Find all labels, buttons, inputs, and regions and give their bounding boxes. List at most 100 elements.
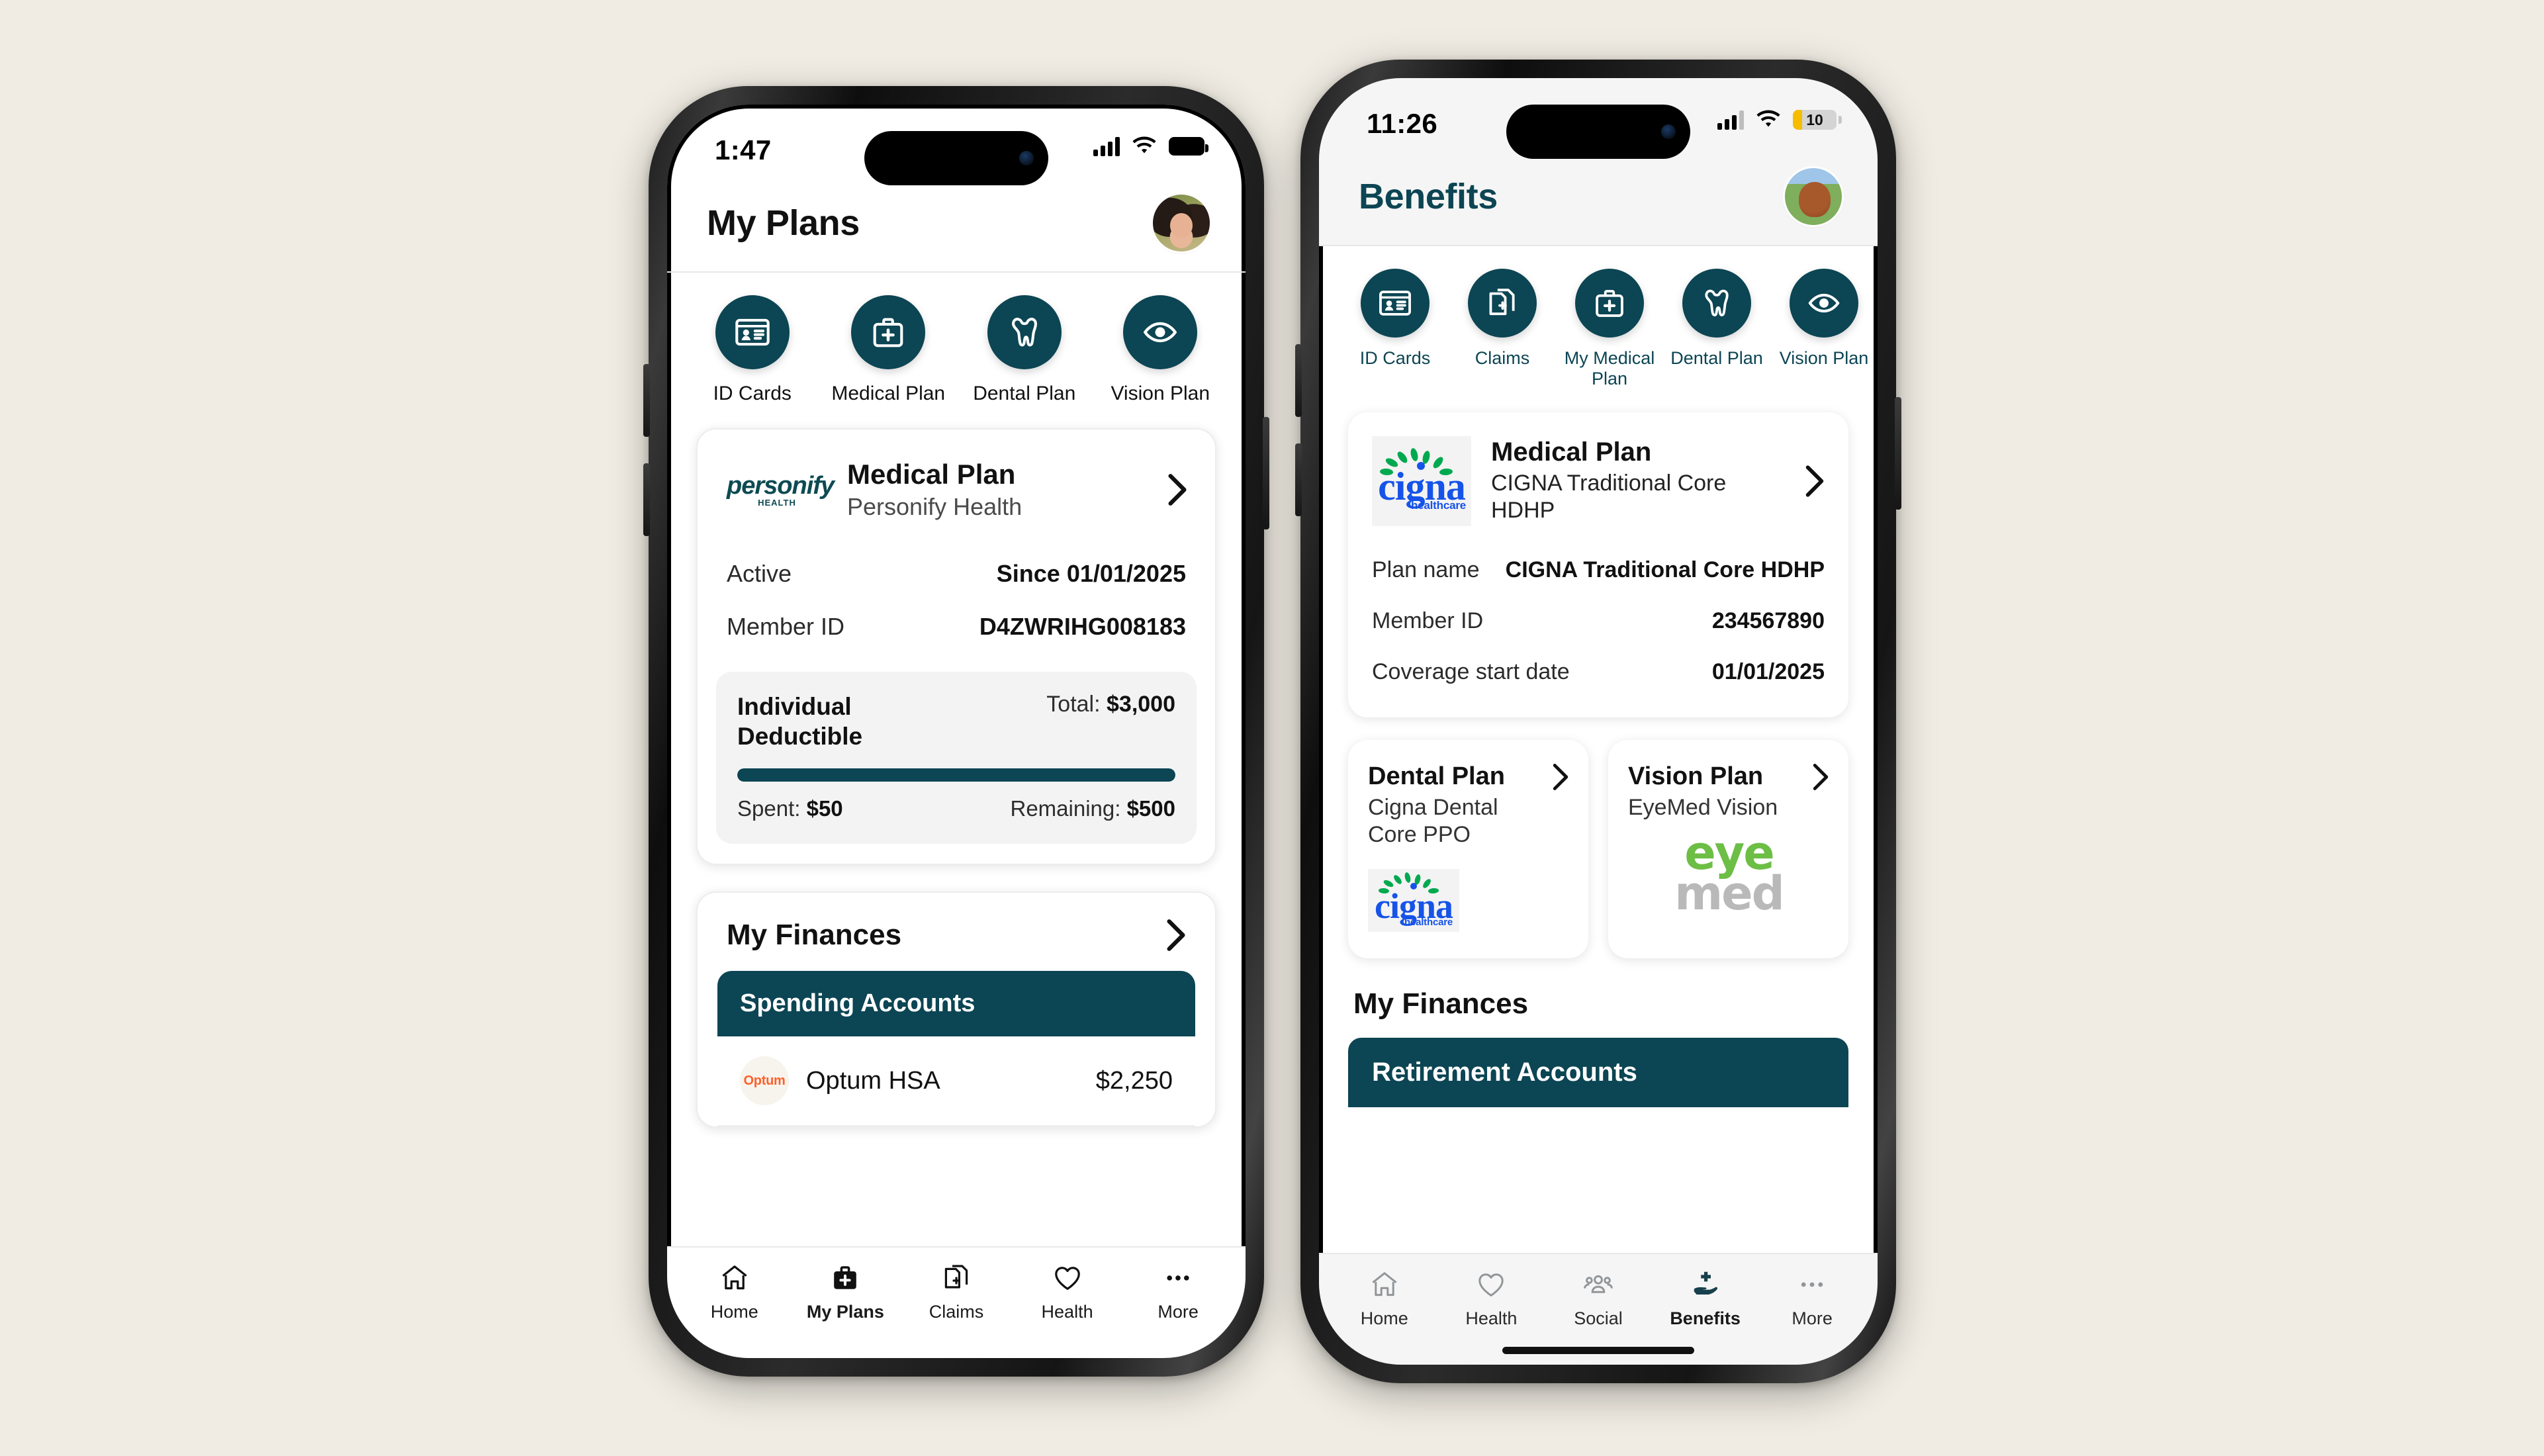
quick-action-label: ID Cards (713, 383, 792, 404)
dental-plan-card[interactable]: Dental Plan Cigna Dental Core PPO cigna … (1348, 739, 1588, 958)
spending-accounts-label: Spending Accounts (740, 989, 976, 1018)
avatar[interactable] (1153, 195, 1210, 251)
eye-icon (1790, 269, 1858, 338)
deductible-spent-label: Spent: (737, 796, 801, 821)
chevron-right-icon[interactable] (1166, 473, 1189, 507)
logo-subtext: healthcare (1404, 917, 1453, 929)
nav-item-social[interactable]: Social (1549, 1269, 1648, 1329)
deductible-panel: Individual Deductible Total: $3,000 Spen… (716, 672, 1197, 844)
nav-item-home[interactable]: Home (685, 1262, 784, 1322)
nav-item-health[interactable]: Health (1018, 1262, 1117, 1322)
quick-action-medical-plan[interactable]: Medical Plan (826, 295, 950, 406)
left-bottom-nav: Home My Plans Claims Health More (667, 1246, 1246, 1329)
plan-card-title: Medical Plan (1491, 437, 1652, 467)
nav-label: Social (1574, 1308, 1623, 1328)
logo-wordmark: cigna (1378, 465, 1466, 509)
ellipsis-icon (1167, 1275, 1189, 1281)
home-indicator-area (667, 1329, 1246, 1358)
wifi-icon (1132, 136, 1156, 154)
volume-down-button[interactable] (1295, 443, 1302, 516)
my-finances-card[interactable]: My Finances Spending Accounts Optum Optu… (696, 891, 1216, 1128)
volume-up-button[interactable] (1295, 344, 1302, 417)
chevron-right-icon[interactable] (1165, 918, 1187, 952)
nav-label: Home (1360, 1308, 1408, 1328)
volume-down-button[interactable] (643, 463, 650, 536)
row-key: Member ID (727, 613, 845, 641)
nav-item-more[interactable]: More (1762, 1269, 1862, 1329)
home-icon (1372, 1272, 1397, 1297)
quick-action-dental-plan[interactable]: Dental Plan (1663, 269, 1770, 390)
left-scroll-area[interactable]: personify HEALTH Medical Plan Personify … (667, 406, 1246, 1246)
dynamic-island (864, 131, 1048, 185)
chevron-right-icon[interactable] (1811, 762, 1830, 792)
table-row: Coverage start date 01/01/2025 (1372, 647, 1825, 698)
left-status-bar: 1:47 (667, 105, 1246, 192)
nav-label: Health (1041, 1302, 1093, 1322)
eye-icon (1123, 295, 1198, 369)
quick-action-dental-plan[interactable]: Dental Plan (962, 295, 1087, 406)
dynamic-island (1506, 105, 1690, 159)
home-icon (722, 1265, 747, 1290)
dental-plan-subtitle: Cigna Dental Core PPO (1368, 795, 1498, 847)
quick-action-label: ID Cards (1359, 348, 1431, 368)
right-status-bar: 11:26 10 (1319, 78, 1878, 165)
medical-plan-card[interactable]: personify HEALTH Medical Plan Personify … (696, 428, 1216, 866)
row-value: D4ZWRIHG008183 (979, 613, 1186, 641)
quick-action-claims[interactable]: Claims (1449, 269, 1556, 390)
quick-action-vision-plan[interactable]: Vision Plan (1098, 295, 1222, 406)
row-key: Plan name (1372, 557, 1480, 582)
quick-action-id-cards[interactable]: ID Cards (690, 295, 815, 406)
nav-item-home[interactable]: Home (1335, 1269, 1434, 1329)
nav-item-more[interactable]: More (1128, 1262, 1228, 1322)
avatar[interactable] (1785, 168, 1842, 225)
nav-item-claims[interactable]: Claims (907, 1262, 1006, 1322)
left-quick-actions: ID Cards Medical Plan Dental Plan Vision… (667, 273, 1246, 406)
optum-logo-text: Optum (743, 1073, 786, 1088)
people-group-icon (1584, 1275, 1613, 1293)
medical-plan-card[interactable]: cigna healthcare Medical Plan CIGNA Trad… (1348, 412, 1848, 717)
right-app-header: Benefits (1319, 165, 1878, 246)
tooth-icon (987, 295, 1062, 369)
quick-action-vision-plan[interactable]: Vision Plan (1770, 269, 1878, 390)
vision-plan-subtitle: EyeMed Vision (1628, 795, 1778, 821)
front-camera-icon (1661, 124, 1676, 139)
nav-label: Home (710, 1302, 758, 1322)
volume-up-button[interactable] (643, 364, 650, 437)
my-finances-title: My Finances (1353, 987, 1529, 1020)
quick-action-my-medical-plan[interactable]: My Medical Plan (1556, 269, 1663, 390)
page-title: My Plans (707, 203, 860, 243)
power-button[interactable] (1263, 417, 1269, 529)
deductible-progress-bar (737, 768, 1175, 782)
row-value: CIGNA Traditional Core HDHP (1505, 557, 1825, 582)
nav-label: More (1792, 1308, 1833, 1328)
battery-icon (1169, 137, 1208, 156)
battery-icon: 10 (1793, 110, 1842, 130)
deductible-spent: Spent: $50 (737, 796, 843, 821)
quick-action-id-cards[interactable]: ID Cards (1341, 269, 1449, 390)
secondary-plan-cards: Dental Plan Cigna Dental Core PPO cigna … (1348, 739, 1848, 958)
nav-item-my-plans[interactable]: My Plans (795, 1262, 895, 1322)
nav-label: My Plans (806, 1302, 884, 1322)
hand-holding-cross-icon (1694, 1271, 1717, 1295)
chevron-right-icon[interactable] (1551, 762, 1570, 792)
battery-percent: 10 (1806, 111, 1823, 128)
plan-card-title: Medical Plan (847, 458, 1016, 490)
retirement-accounts-label: Retirement Accounts (1372, 1057, 1637, 1087)
row-key: Member ID (1372, 608, 1484, 633)
right-scroll-area[interactable]: cigna healthcare Medical Plan CIGNA Trad… (1319, 390, 1878, 1253)
row-key: Active (727, 560, 792, 588)
left-phone-screen: 1:47 My Plans ID Cards Medical Plan Dent… (667, 105, 1246, 1358)
deductible-total-value: $3,000 (1107, 692, 1175, 717)
list-item[interactable]: Optum Optum HSA $2,250 (717, 1036, 1195, 1127)
nav-item-benefits[interactable]: Benefits (1656, 1269, 1755, 1329)
power-button[interactable] (1895, 397, 1901, 510)
spending-accounts-banner: Spending Accounts (717, 971, 1195, 1037)
chevron-right-icon[interactable] (1803, 464, 1826, 498)
quick-action-label: Medical Plan (831, 383, 946, 404)
retirement-accounts-banner[interactable]: Retirement Accounts (1348, 1037, 1848, 1107)
vision-plan-card[interactable]: Vision Plan EyeMed Vision eye med (1608, 739, 1848, 958)
logo-subtext: healthcare (1410, 499, 1466, 512)
nav-item-health[interactable]: Health (1441, 1269, 1541, 1329)
home-indicator[interactable] (1502, 1346, 1694, 1354)
heart-icon (1478, 1273, 1504, 1297)
